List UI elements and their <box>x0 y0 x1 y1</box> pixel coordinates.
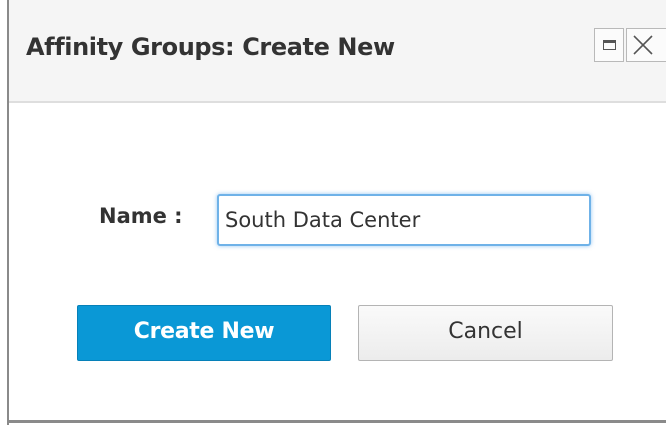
close-button[interactable] <box>626 28 666 62</box>
close-icon <box>633 35 653 55</box>
cancel-button[interactable]: Cancel <box>358 305 613 361</box>
dialog-left-border <box>7 0 9 425</box>
dialog-bottom-border <box>7 420 666 423</box>
name-label: Name : <box>99 204 183 228</box>
create-new-button[interactable]: Create New <box>77 305 331 361</box>
maximize-icon <box>603 40 616 50</box>
name-input[interactable] <box>217 194 591 246</box>
create-affinity-group-dialog: Affinity Groups: Create New Name : Creat… <box>0 0 666 425</box>
dialog-title: Affinity Groups: Create New <box>26 33 395 61</box>
maximize-button[interactable] <box>594 28 624 62</box>
dialog-header: Affinity Groups: Create New <box>9 0 666 103</box>
